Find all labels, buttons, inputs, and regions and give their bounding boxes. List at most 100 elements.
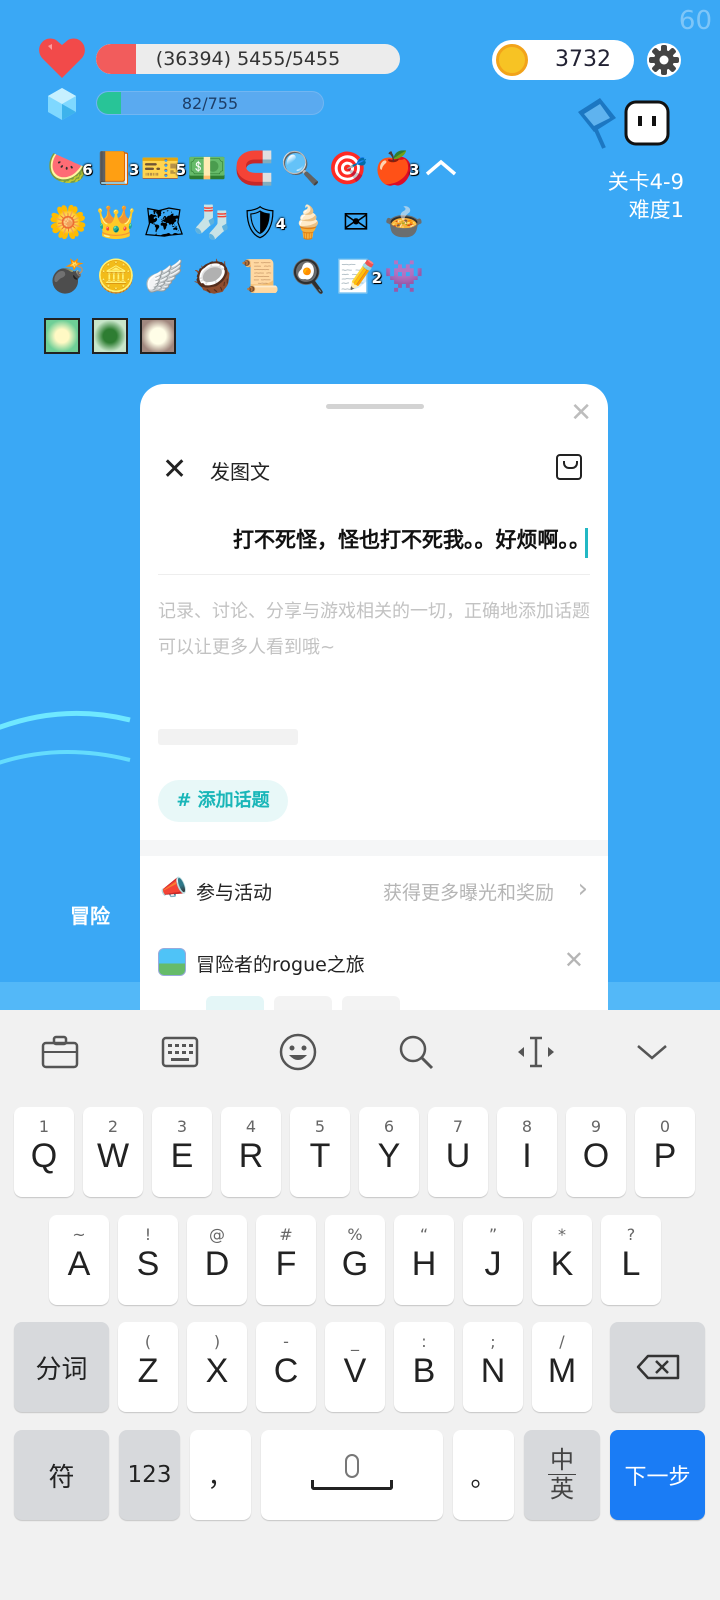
keyboard-toolbar [0,1010,720,1094]
linked-game-row[interactable]: 冒险者的rogue之旅 ✕ [158,946,588,978]
item-icon: 🧲 [231,144,278,192]
key-j[interactable]: ” J [463,1215,523,1305]
item-icon: 🪽 [140,252,188,300]
coin-icon [496,44,528,76]
key-p[interactable]: 0P [635,1107,695,1197]
key-b[interactable]: :B [394,1322,454,1412]
key-l[interactable]: ? L [601,1215,661,1305]
key-label: N [480,1352,506,1390]
item-icon: 🪙 [92,252,140,300]
key-label: Y [377,1137,401,1175]
key-label: F [275,1245,297,1283]
key-z[interactable]: (Z [118,1322,178,1412]
heart-icon [39,38,85,78]
key-secondary-label: ; [490,1332,496,1351]
game-thumbnail-icon [158,948,186,976]
item-icon: 🍦 [284,198,332,246]
item-glyph: 👾 [384,257,424,295]
item-glyph: 🔍 [280,149,321,187]
item-glyph: 🎯 [327,149,368,187]
key-h[interactable]: “H [394,1215,454,1305]
item-icon: 🔍 [277,144,324,192]
symbols-key[interactable]: 符 [14,1430,109,1520]
key-k[interactable]: * K [532,1215,592,1305]
item-icon: 💵 [184,144,231,192]
key-s[interactable]: ! S [118,1215,178,1305]
item-glyph: 👑 [96,203,136,241]
item-icon: 🍎 3 [371,144,419,192]
key-i[interactable]: 8I [497,1107,557,1197]
key-label: L [621,1245,641,1283]
key-secondary-label: 0 [659,1117,671,1136]
segment-key[interactable]: 分词 [14,1322,109,1412]
key-secondary-label: @ [209,1225,225,1244]
key-c[interactable]: -C [256,1322,316,1412]
key-label: A [67,1245,91,1283]
stage-icons [578,98,670,149]
key-label: Z [137,1352,159,1390]
gear-icon[interactable] [644,40,684,80]
stage-info: 关卡4-9 难度1 [608,168,684,224]
remove-game-icon[interactable]: ✕ [564,946,584,974]
item-glyph: 🗺 [143,203,185,241]
next-step-key[interactable]: 下一步 [610,1430,705,1520]
search-icon[interactable] [396,1032,436,1072]
numbers-key[interactable]: 123 [119,1430,180,1520]
emoji-icon[interactable] [278,1032,318,1072]
cancel-icon[interactable]: ✕ [162,452,187,487]
body-input[interactable]: 记录、讨论、分享与游戏相关的一切，正确地添加话题可以让更多人看到哦~ [158,594,590,666]
key-label: V [343,1352,367,1390]
key-d[interactable]: @ D [187,1215,247,1305]
key-label: O [582,1137,610,1175]
key-g[interactable]: % G [325,1215,385,1305]
period-key[interactable]: 。 [453,1430,514,1520]
comma-key[interactable]: ， [190,1430,251,1520]
arena-sign: 冒险 [70,904,110,928]
keyboard-layout-icon[interactable] [160,1032,200,1072]
space-key[interactable] [261,1430,443,1520]
key-w[interactable]: 2W [83,1107,143,1197]
item-row: 💣 🪙 🪽 🥥 📜 🍳 📝 2 👾 [44,252,464,304]
key-secondary-label: / [559,1332,565,1351]
key-t[interactable]: 5T [290,1107,350,1197]
xp-text: 82/755 [181,94,239,113]
key-a[interactable]: ~ A [49,1215,109,1305]
item-icon: 📜 [236,252,284,300]
key-f[interactable]: # F [256,1215,316,1305]
cursor-move-icon[interactable] [516,1032,556,1072]
item-glyph: 💣 [48,257,88,295]
key-u[interactable]: 7U [428,1107,488,1197]
item-icon: 🍳 [284,252,332,300]
pixel-tile [44,318,80,354]
key-y[interactable]: 6Y [359,1107,419,1197]
image-placeholder [158,729,298,745]
key-x[interactable]: ) X [187,1322,247,1412]
key-o[interactable]: 9O [566,1107,626,1197]
gem-icon [48,88,76,120]
toolbox-icon[interactable] [40,1032,80,1072]
language-switch-key[interactable]: 中英 [524,1430,600,1520]
key-q[interactable]: 1Q [14,1107,74,1197]
key-r[interactable]: 4R [221,1107,281,1197]
key-secondary-label: 8 [521,1117,533,1136]
close-icon[interactable]: ✕ [570,398,592,428]
divider [158,574,590,575]
item-glyph: 🥥 [192,257,232,295]
item-icon: 🛡 4 [236,198,286,246]
key-label: R [238,1137,264,1175]
backspace-key[interactable] [610,1322,705,1412]
key-n[interactable]: ; N [463,1322,523,1412]
key-v[interactable]: _ V [325,1322,385,1412]
key-e[interactable]: 3E [152,1107,212,1197]
chevron-up-icon[interactable] [417,144,464,192]
collapse-keyboard-icon[interactable] [632,1032,672,1072]
key-label: Q [30,1137,58,1175]
activity-row[interactable]: 📣 参与活动 获得更多曝光和奖励 › [160,874,588,906]
title-input[interactable]: 打不死怪，怪也打不死我。。好烦啊。。 [158,524,590,564]
item-glyph: 🍲 [384,203,424,241]
key-m[interactable]: / M [532,1322,592,1412]
drag-handle[interactable] [326,404,424,409]
add-topic-button[interactable]: # 添加话题 [158,780,288,822]
drafts-box-icon[interactable] [556,454,582,480]
pixel-tile [92,318,128,354]
